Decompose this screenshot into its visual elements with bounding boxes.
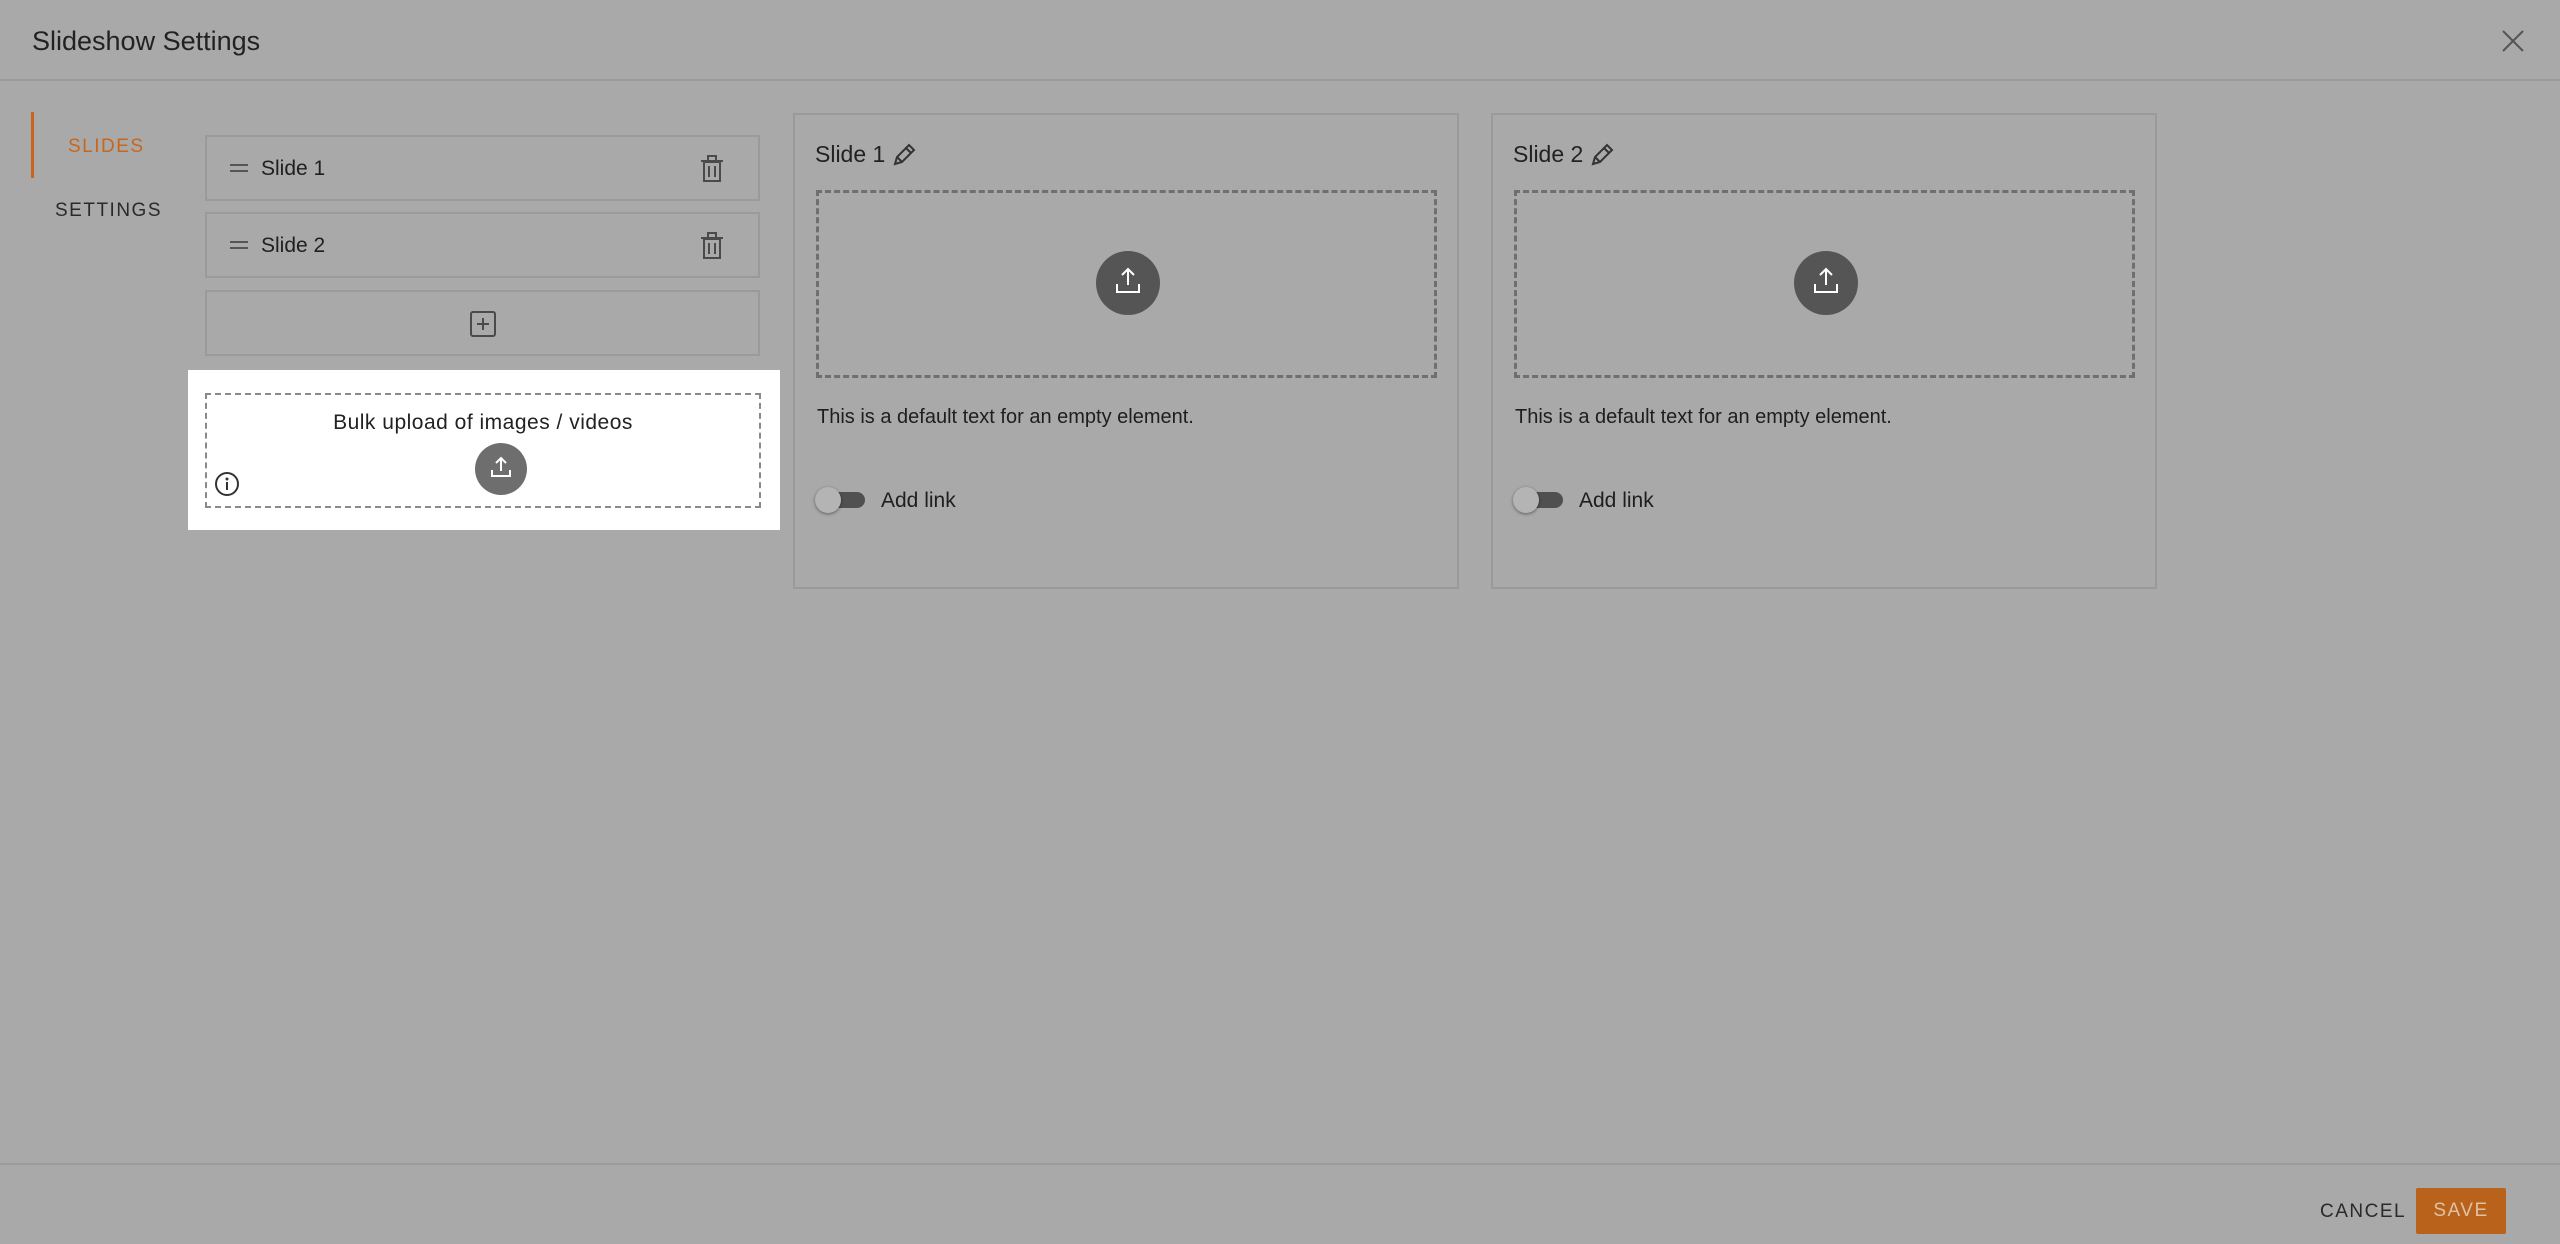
slide-list-item[interactable]: Slide 2 [205, 212, 760, 278]
drag-handle-icon[interactable] [229, 160, 249, 176]
slide-list-item-name: Slide 1 [261, 157, 326, 180]
slide-card: Slide 2 This is a default text for an em… [1491, 113, 2157, 589]
slide-default-text: This is a default text for an empty elem… [817, 406, 1194, 428]
cancel-button[interactable]: CANCEL [2320, 1201, 2406, 1223]
add-slide-button[interactable] [205, 290, 760, 356]
upload-button[interactable] [1794, 251, 1858, 315]
dialog-header: Slideshow Settings [0, 0, 2560, 81]
close-icon [2502, 30, 2524, 52]
upload-icon [1814, 267, 1838, 293]
slide-media-dropzone[interactable] [1514, 190, 2135, 378]
slide-media-dropzone[interactable] [816, 190, 1437, 378]
plus-square-icon [470, 311, 496, 337]
save-button[interactable]: SAVE [2416, 1188, 2506, 1234]
trash-icon[interactable] [699, 154, 725, 184]
toggle-knob [1513, 487, 1539, 513]
pencil-icon[interactable] [890, 141, 918, 169]
bulk-upload-button[interactable] [475, 443, 527, 495]
upload-icon [1116, 267, 1140, 293]
slide-card: Slide 1 This is a default text for an em… [793, 113, 1459, 589]
drag-handle-icon[interactable] [229, 237, 249, 253]
dialog-footer: CANCEL SAVE [0, 1163, 2560, 1244]
bulk-upload-label: Bulk upload of images / videos [333, 411, 633, 434]
add-link-toggle[interactable] [1513, 486, 1567, 514]
trash-icon[interactable] [699, 231, 725, 261]
add-link-toggle[interactable] [815, 486, 869, 514]
bulk-upload-panel: Bulk upload of images / videos [188, 370, 780, 530]
pencil-icon[interactable] [1588, 141, 1616, 169]
upload-icon [491, 456, 511, 477]
dialog-title: Slideshow Settings [32, 26, 261, 56]
slide-card-title: Slide 2 [1513, 141, 1584, 167]
nav-item-slides[interactable]: SLIDES [68, 136, 145, 158]
nav-item-settings[interactable]: SETTINGS [55, 200, 162, 222]
add-link-label: Add link [1579, 489, 1654, 512]
nav-active-indicator [31, 112, 34, 178]
bulk-upload-dropzone[interactable]: Bulk upload of images / videos [205, 393, 761, 508]
slide-card-title: Slide 1 [815, 141, 886, 167]
toggle-knob [815, 487, 841, 513]
upload-button[interactable] [1096, 251, 1160, 315]
slide-list-item-name: Slide 2 [261, 234, 326, 257]
info-icon[interactable] [214, 471, 240, 497]
close-button[interactable] [2496, 24, 2530, 58]
slide-default-text: This is a default text for an empty elem… [1515, 406, 1892, 428]
add-link-label: Add link [881, 489, 956, 512]
slide-list-item[interactable]: Slide 1 [205, 135, 760, 201]
